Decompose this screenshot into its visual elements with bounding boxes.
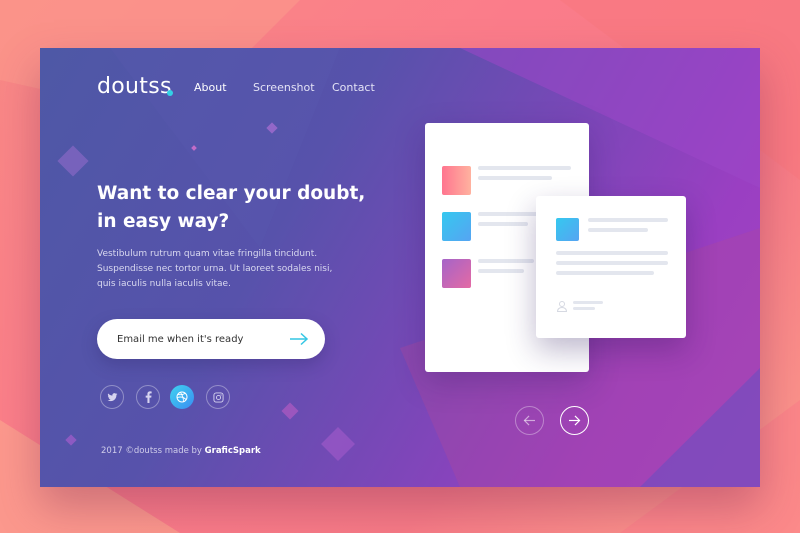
footer-author-link[interactable]: GraficSpark (205, 446, 261, 456)
arrow-left-icon (523, 415, 535, 426)
hero-body-line3: quis iaculis nulla iaculis vitae. (97, 279, 231, 289)
dribbble-button[interactable] (170, 385, 194, 409)
email-notify-label: Email me when it's ready (117, 333, 244, 345)
nav-contact[interactable]: Contact (332, 81, 375, 94)
slider-next-button[interactable] (560, 406, 589, 435)
color-swatch-purple (442, 259, 471, 288)
user-icon (556, 301, 568, 312)
placeholder-line (588, 218, 668, 222)
placeholder-line (556, 251, 668, 255)
illustration-card-front (536, 196, 686, 338)
facebook-button[interactable] (136, 385, 160, 409)
placeholder-line (478, 176, 552, 180)
placeholder-line (573, 307, 595, 310)
slider-prev-button[interactable] (515, 406, 544, 435)
email-notify-button[interactable]: Email me when it's ready (97, 319, 325, 359)
hero-body-line2: Suspendisse nec tortor urna. Ut laoreet … (97, 264, 333, 274)
placeholder-line (478, 222, 528, 226)
arrow-right-icon (569, 415, 581, 426)
color-swatch-blue (442, 212, 471, 241)
placeholder-line (556, 271, 654, 275)
color-swatch-blue (556, 218, 579, 241)
hero-headline-line2: in easy way? (97, 211, 230, 232)
nav-about[interactable]: About (194, 81, 227, 94)
twitter-icon (107, 392, 117, 401)
placeholder-line (588, 228, 648, 232)
footer-credits: 2017 ©doutss made by GraficSpark (101, 446, 261, 456)
placeholder-line (573, 301, 603, 304)
placeholder-line (478, 259, 534, 263)
brand-dot (167, 90, 173, 96)
instagram-button[interactable] (206, 385, 230, 409)
hero-description: Vestibulum rutrum quam vitae fringilla t… (97, 247, 357, 292)
placeholder-line (478, 269, 524, 273)
hero-headline: Want to clear your doubt, in easy way? (97, 180, 377, 236)
nav-screenshot[interactable]: Screenshot (253, 81, 315, 94)
placeholder-line (478, 166, 571, 170)
placeholder-line (556, 261, 668, 265)
brand-logo[interactable]: doutss (97, 74, 172, 99)
color-swatch-red (442, 166, 471, 195)
placeholder-line (478, 212, 538, 216)
landing-page: doutss About Screenshot Contact Want to … (40, 48, 760, 487)
arrow-right-icon (290, 332, 309, 346)
hero-headline-line1: Want to clear your doubt, (97, 183, 366, 204)
dribbble-icon (176, 391, 188, 403)
facebook-icon (145, 391, 152, 403)
hero-body-line1: Vestibulum rutrum quam vitae fringilla t… (97, 249, 318, 259)
instagram-icon (212, 391, 224, 403)
footer-text: 2017 ©doutss made by (101, 446, 205, 456)
twitter-button[interactable] (100, 385, 124, 409)
